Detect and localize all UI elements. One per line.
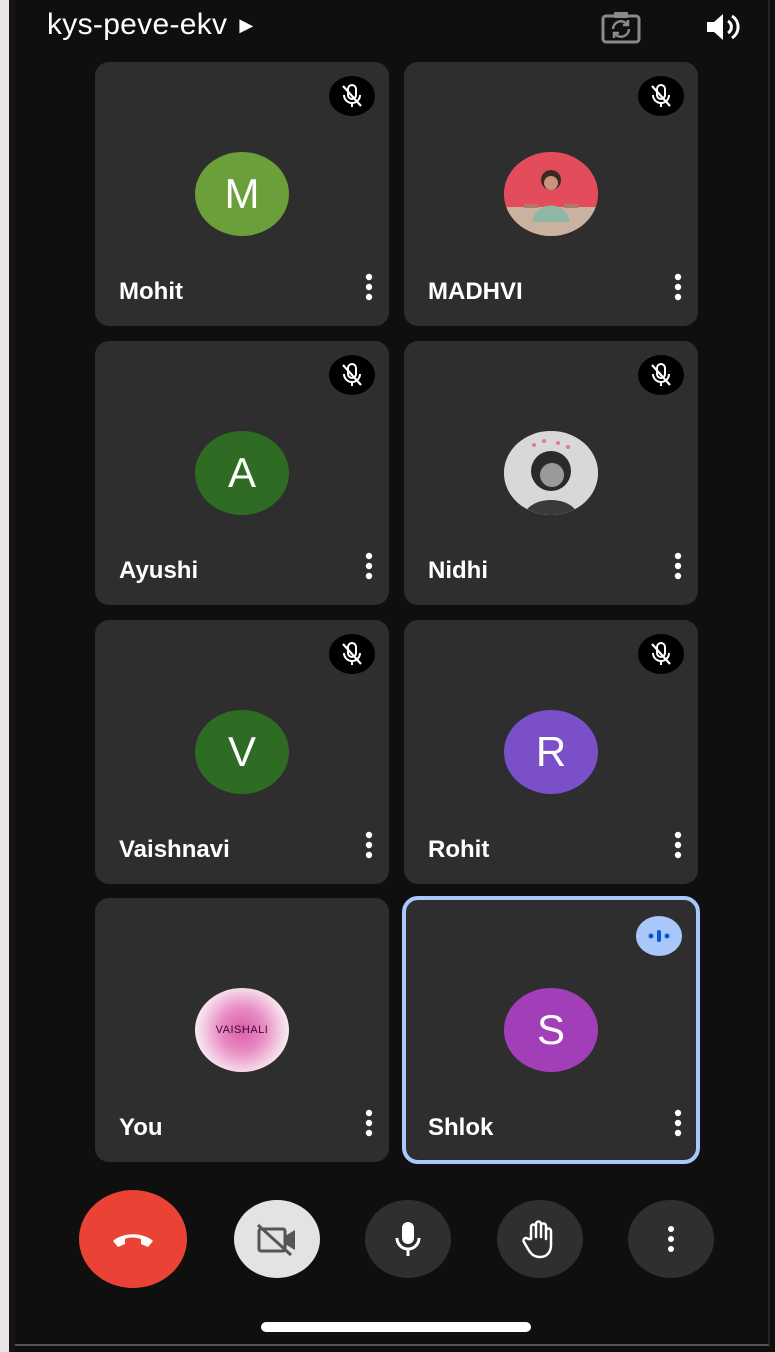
more-vert-icon[interactable] bbox=[363, 551, 375, 581]
hang-up-icon bbox=[113, 1234, 153, 1247]
mic-off-icon bbox=[329, 634, 375, 674]
avatar: R bbox=[504, 710, 598, 794]
participant-name: Shlok bbox=[428, 1114, 494, 1141]
profile-photo bbox=[504, 152, 598, 236]
avatar: S bbox=[504, 988, 598, 1072]
participant-tile[interactable]: Nidhi bbox=[404, 341, 698, 605]
more-vert-icon bbox=[668, 1226, 674, 1252]
mic-off-icon bbox=[329, 355, 375, 395]
participant-tile[interactable]: S Shlok bbox=[402, 896, 700, 1164]
avatar bbox=[504, 152, 598, 236]
avatar: M bbox=[195, 152, 289, 236]
end-call-button[interactable] bbox=[79, 1190, 187, 1288]
avatar: VAISHALI bbox=[195, 988, 289, 1072]
participant-name: Rohit bbox=[428, 836, 490, 863]
participant-tile[interactable]: VAISHALI You bbox=[95, 898, 389, 1162]
avatar-initial: S bbox=[536, 1006, 565, 1053]
more-vert-icon[interactable] bbox=[672, 830, 684, 860]
mic-off-icon bbox=[329, 76, 375, 116]
avatar-initial: R bbox=[535, 728, 567, 775]
more-options-button[interactable] bbox=[628, 1200, 714, 1278]
participant-tile[interactable]: R Rohit bbox=[404, 620, 698, 884]
participant-name: Ayushi bbox=[119, 557, 199, 584]
microphone-icon bbox=[395, 1222, 421, 1256]
hand-icon bbox=[522, 1220, 553, 1259]
more-vert-icon[interactable] bbox=[363, 272, 375, 302]
avatar bbox=[504, 431, 598, 515]
participant-tile[interactable]: M Mohit bbox=[95, 62, 389, 326]
mic-off-icon bbox=[638, 355, 684, 395]
mic-off-icon bbox=[638, 634, 684, 674]
speaker-icon[interactable] bbox=[703, 10, 743, 44]
participant-name: You bbox=[119, 1114, 163, 1141]
meeting-code[interactable]: kys-peve-ekv ▶ bbox=[47, 8, 253, 42]
camera-flip-icon[interactable] bbox=[601, 10, 641, 44]
avatar-initial: M bbox=[224, 170, 260, 217]
profile-photo bbox=[504, 431, 598, 515]
caret-right-icon: ▶ bbox=[239, 14, 254, 35]
video-off-icon bbox=[256, 1223, 295, 1256]
avatar: A bbox=[195, 431, 289, 515]
home-indicator[interactable] bbox=[261, 1322, 531, 1332]
participant-name: Vaishnavi bbox=[119, 836, 230, 863]
more-vert-icon[interactable] bbox=[672, 272, 684, 302]
participant-name: Nidhi bbox=[428, 557, 488, 584]
avatar-initial: V bbox=[227, 728, 256, 775]
meet-screen: kys-peve-ekv ▶ M Mohit MADHVI A Ayushi Nidhi V… bbox=[15, 0, 770, 1346]
more-vert-icon[interactable] bbox=[672, 551, 684, 581]
avatar: V bbox=[195, 710, 289, 794]
avatar-initial: A bbox=[227, 449, 256, 496]
speaking-indicator-icon bbox=[636, 916, 682, 956]
meeting-code-label: kys-peve-ekv bbox=[47, 8, 228, 41]
participant-tile[interactable]: A Ayushi bbox=[95, 341, 389, 605]
camera-off-button[interactable] bbox=[234, 1200, 320, 1278]
more-vert-icon[interactable] bbox=[363, 1108, 375, 1138]
participant-tile[interactable]: MADHVI bbox=[404, 62, 698, 326]
microphone-button[interactable] bbox=[365, 1200, 451, 1278]
avatar-logo-text: VAISHALI bbox=[215, 1024, 269, 1036]
participant-tile[interactable]: V Vaishnavi bbox=[95, 620, 389, 884]
participant-name: Mohit bbox=[119, 278, 183, 305]
more-vert-icon[interactable] bbox=[363, 830, 375, 860]
top-bar: kys-peve-ekv ▶ bbox=[15, 0, 768, 56]
more-vert-icon[interactable] bbox=[672, 1108, 684, 1138]
call-controls bbox=[15, 1190, 768, 1290]
raise-hand-button[interactable] bbox=[497, 1200, 583, 1278]
participant-name: MADHVI bbox=[428, 278, 523, 305]
mic-off-icon bbox=[638, 76, 684, 116]
